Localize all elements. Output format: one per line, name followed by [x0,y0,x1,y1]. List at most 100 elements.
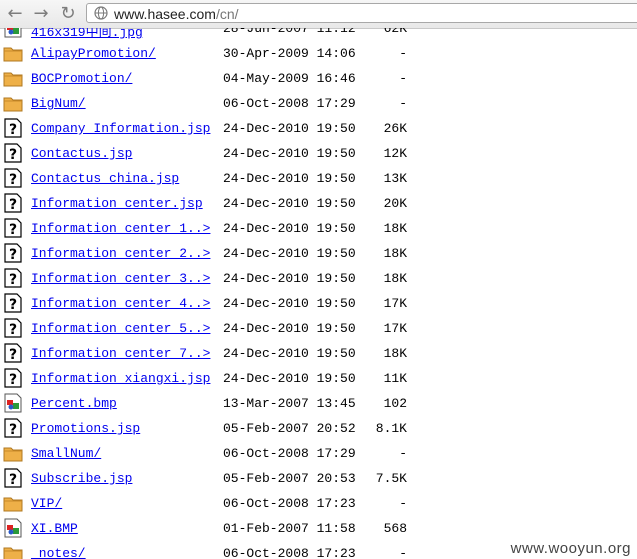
unknown-file-icon[interactable]: ? [3,268,23,288]
file-link[interactable]: Promotions.jsp [31,421,140,436]
image-icon[interactable] [3,518,23,538]
list-item: SmallNum/06-Oct-2008 17:29 - [0,442,637,467]
list-item: ? Promotions.jsp 05-Feb-2007 20:52 8.1K [0,417,637,442]
folder-icon[interactable] [3,543,23,559]
file-size: 18K [383,271,407,286]
list-item: ? Information_center_2..> 24-Dec-2010 19:5… [0,242,637,267]
svg-text:?: ? [9,197,17,213]
file-size: 18K [383,221,407,236]
file-link[interactable]: AlipayPromotion/ [31,46,156,61]
list-item: ? Company_Information.jsp 24-Dec-2010 19:5… [0,117,637,142]
unknown-file-icon[interactable]: ? [3,318,23,338]
image-icon[interactable] [3,393,23,413]
file-link[interactable]: Percent.bmp [31,396,117,411]
file-size: 26K [383,121,407,136]
unknown-file-icon[interactable]: ? [3,293,23,313]
file-link[interactable]: SmallNum/ [31,446,101,461]
svg-text:?: ? [9,172,17,188]
list-item: VIP/06-Oct-2008 17:23 - [0,492,637,517]
svg-text:?: ? [9,297,17,313]
file-size: 568 [383,521,407,536]
list-item: 416x319中间.jpg 28-Jun-2007 11:12 62K [0,28,637,42]
file-size: - [399,71,407,86]
list-item: Percent.bmp 13-Mar-2007 13:45 102 [0,392,637,417]
file-size: 17K [383,321,407,336]
list-item: BOCPromotion/04-May-2009 16:46 - [0,67,637,92]
unknown-file-icon[interactable]: ? [3,343,23,363]
folder-icon[interactable] [3,93,23,113]
file-size: 7.5K [375,471,407,486]
file-date: 24-Dec-2010 19:50 [223,296,356,311]
file-date: 13-Mar-2007 13:45 [223,396,356,411]
file-date: 01-Feb-2007 11:58 [223,521,356,536]
browser-toolbar: ← → ↻ www.hasee.com/cn/ [0,0,637,29]
unknown-file-icon[interactable]: ? [3,168,23,188]
list-item: ? Contactus_china.jsp 24-Dec-2010 19:50 13K [0,167,637,192]
file-link[interactable]: Information_center_4..> [31,296,210,311]
directory-listing: 416x319中间.jpg 28-Jun-2007 11:12 62K AlipayP… [0,28,637,559]
unknown-file-icon[interactable]: ? [3,418,23,438]
file-date: 24-Dec-2010 19:50 [223,121,356,136]
unknown-file-icon[interactable]: ? [3,368,23,388]
reload-icon[interactable]: ↻ [57,3,79,25]
svg-text:?: ? [9,147,17,163]
file-size: 102 [383,396,407,411]
file-date: 24-Dec-2010 19:50 [223,271,356,286]
list-item: ? Information_center.jsp 24-Dec-2010 19:50… [0,192,637,217]
file-link[interactable]: Subscribe.jsp [31,471,132,486]
list-item: XI.BMP 01-Feb-2007 11:58 568 [0,517,637,542]
list-item: ? Information_xiangxi.jsp 24-Dec-2010 19:5… [0,367,637,392]
file-link[interactable]: Information_center_1..> [31,221,210,236]
list-item: ? Information_center_3..> 24-Dec-2010 19:5… [0,267,637,292]
folder-icon[interactable] [3,493,23,513]
unknown-file-icon[interactable]: ? [3,143,23,163]
file-date: 24-Dec-2010 19:50 [223,146,356,161]
file-size: - [399,496,407,511]
file-link[interactable]: Information_xiangxi.jsp [31,371,210,386]
file-size: 62K [383,28,407,36]
unknown-file-icon[interactable]: ? [3,118,23,138]
unknown-file-icon[interactable]: ? [3,468,23,488]
svg-text:?: ? [9,222,17,238]
file-link[interactable]: VIP/ [31,496,62,511]
file-date: 30-Apr-2009 14:06 [223,46,356,61]
file-link[interactable]: Information_center_7..> [31,346,210,361]
unknown-file-icon[interactable]: ? [3,218,23,238]
file-date: 24-Dec-2010 19:50 [223,346,356,361]
file-link[interactable]: Information_center_3..> [31,271,210,286]
file-link[interactable]: Information_center.jsp [31,196,203,211]
unknown-file-icon[interactable]: ? [3,193,23,213]
file-link[interactable]: Contactus_china.jsp [31,171,179,186]
arrow-left-icon[interactable]: ← [4,3,26,25]
file-link[interactable]: Company_Information.jsp [31,121,210,136]
folder-icon[interactable] [3,443,23,463]
file-link[interactable]: 416x319中间.jpg [31,28,143,40]
file-size: 18K [383,346,407,361]
file-date: 06-Oct-2008 17:29 [223,96,356,111]
unknown-file-icon[interactable]: ? [3,243,23,263]
file-link[interactable]: Information_center_5..> [31,321,210,336]
folder-icon[interactable] [3,68,23,88]
file-date: 06-Oct-2008 17:23 [223,496,356,511]
file-link[interactable]: _notes/ [31,546,86,559]
file-date: 24-Dec-2010 19:50 [223,171,356,186]
svg-text:?: ? [9,272,17,288]
file-link[interactable]: Contactus.jsp [31,146,132,161]
image-icon[interactable] [3,28,23,38]
address-bar[interactable]: www.hasee.com/cn/ [86,3,637,23]
file-date: 06-Oct-2008 17:29 [223,446,356,461]
file-link[interactable]: XI.BMP [31,521,78,536]
svg-text:?: ? [9,322,17,338]
url-path: /cn/ [215,6,239,22]
file-link[interactable]: BOCPromotion/ [31,71,132,86]
file-date: 24-Dec-2010 19:50 [223,371,356,386]
file-link[interactable]: Information_center_2..> [31,246,210,261]
file-link[interactable]: BigNum/ [31,96,86,111]
address-url[interactable]: www.hasee.com/cn/ [114,6,239,22]
folder-icon[interactable] [3,43,23,63]
list-item: ? Information_center_1..> 24-Dec-2010 19:5… [0,217,637,242]
arrow-right-icon[interactable]: → [30,3,52,25]
file-date: 28-Jun-2007 11:12 [223,28,356,36]
file-date: 24-Dec-2010 19:50 [223,196,356,211]
file-date: 24-Dec-2010 19:50 [223,246,356,261]
